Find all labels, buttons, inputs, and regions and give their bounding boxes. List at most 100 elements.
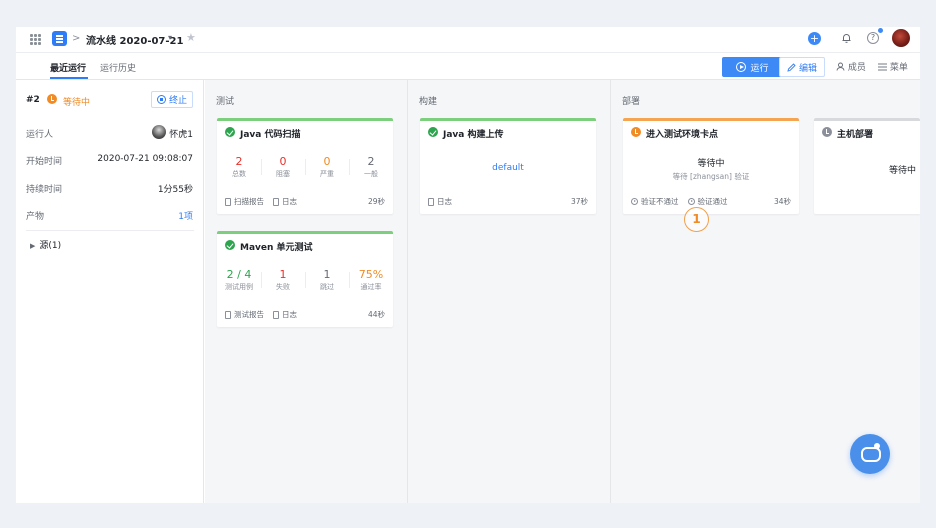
reject-button[interactable]: 验证不通过 xyxy=(631,196,679,207)
duration-label: 持续时间 xyxy=(26,185,63,195)
approve-button[interactable]: 验证通过 xyxy=(687,196,728,207)
job-status-bar xyxy=(217,118,393,121)
bell-icon[interactable] xyxy=(842,33,851,43)
play-icon xyxy=(631,198,638,205)
start-time-label: 开始时间 xyxy=(26,157,63,167)
add-button[interactable]: + xyxy=(808,32,821,45)
artifacts-link[interactable]: 1项 xyxy=(178,209,193,222)
chevron-down-icon[interactable]: ▾ xyxy=(168,33,172,42)
gate-waiting-for: 等待 [zhangsan] 验证 xyxy=(672,172,750,181)
job-footer: 扫描报告 日志 xyxy=(225,196,297,207)
check-icon xyxy=(428,127,438,137)
members-button[interactable]: 成员 xyxy=(836,60,866,73)
gate-state: 等待中 xyxy=(697,159,725,169)
job-status-bar xyxy=(217,231,393,234)
job-card-java-build[interactable]: Java 构建上传 default 日志 37秒 xyxy=(420,118,596,214)
job-state: 等待中 xyxy=(889,166,917,176)
metric-cases: 2 / 4 测试用例 xyxy=(217,268,261,292)
runner-label: 运行人 xyxy=(26,130,54,140)
stage-test: 测试 Java 代码扫描 2 总数 0 阻塞 0 严重 2 一般 扫描报告 日志… xyxy=(205,80,408,503)
active-tab-indicator xyxy=(50,77,88,79)
job-status-bar xyxy=(814,118,920,121)
metric-label: 跳过 xyxy=(320,283,334,291)
stage-title: 测试 xyxy=(216,97,235,107)
report-icon xyxy=(225,310,231,319)
runner-avatar xyxy=(152,125,166,139)
apps-grid-icon[interactable] xyxy=(30,34,41,45)
log-link[interactable]: 日志 xyxy=(273,309,297,320)
metric-value: 1 xyxy=(279,268,287,281)
help-icon[interactable]: ? xyxy=(867,32,879,44)
chat-bubble-icon[interactable] xyxy=(850,434,890,474)
stage-title: 构建 xyxy=(419,97,438,107)
metric-label: 测试用例 xyxy=(225,283,253,291)
pipeline-stages: 测试 Java 代码扫描 2 总数 0 阻塞 0 严重 2 一般 扫描报告 日志… xyxy=(205,80,920,503)
scan-report-label: 扫描报告 xyxy=(234,197,264,206)
metric-value: 75% xyxy=(358,268,384,281)
metric-label: 阻塞 xyxy=(276,170,290,178)
metric-skipped: 1 跳过 xyxy=(305,268,349,292)
metric-total: 2 总数 xyxy=(217,155,261,179)
log-icon xyxy=(273,310,279,319)
check-icon xyxy=(225,240,235,250)
stop-button-label: 终止 xyxy=(168,96,187,106)
duration-value: 1分55秒 xyxy=(157,185,193,195)
job-footer: 测试报告 日志 xyxy=(225,309,297,320)
job-card-test-gate[interactable]: 进入测试环境卡点 等待中 等待 [zhangsan] 验证 验证不通过 验证通过… xyxy=(623,118,799,214)
metric-blocker: 0 阻塞 xyxy=(261,155,305,179)
job-card-host-deploy[interactable]: 主机部署 等待中 xyxy=(814,118,920,214)
edit-button[interactable]: 编辑 xyxy=(779,57,825,77)
stop-button[interactable]: 终止 xyxy=(151,91,193,108)
play-icon xyxy=(687,198,695,205)
log-label: 日志 xyxy=(282,310,297,319)
job-status-bar xyxy=(623,118,799,121)
job-status-bar xyxy=(420,118,596,121)
menu-label: 菜单 xyxy=(889,63,908,73)
scan-report-link[interactable]: 扫描报告 xyxy=(225,196,264,207)
metric-value: 0 xyxy=(279,155,287,168)
app-logo-icon[interactable] xyxy=(52,31,67,46)
clock-icon xyxy=(822,127,832,137)
clock-icon xyxy=(631,127,641,137)
edit-button-label: 编辑 xyxy=(798,63,817,74)
job-duration: 37秒 xyxy=(570,197,588,206)
stop-icon xyxy=(156,95,166,104)
job-card-java-scan[interactable]: Java 代码扫描 2 总数 0 阻塞 0 严重 2 一般 扫描报告 日志 29… xyxy=(217,118,393,214)
test-metrics: 2 / 4 测试用例 1 失败 1 跳过 75% 通过率 xyxy=(217,268,393,294)
run-button[interactable]: 运行 xyxy=(722,57,783,77)
stage-build: 构建 Java 构建上传 default 日志 37秒 xyxy=(408,80,611,503)
star-icon[interactable]: ★ xyxy=(186,31,196,44)
tab-recent-runs[interactable]: 最近运行 xyxy=(50,61,86,74)
tab-run-history[interactable]: 运行历史 xyxy=(100,61,136,74)
user-avatar[interactable] xyxy=(892,29,910,47)
log-label: 日志 xyxy=(282,197,297,206)
chevron-right-icon: ▶ xyxy=(30,242,36,250)
breadcrumb-separator: > xyxy=(72,33,81,44)
scan-metrics: 2 总数 0 阻塞 0 严重 2 一般 xyxy=(217,155,393,181)
tab-bar: 最近运行 运行历史 运行 编辑 成员 菜单 xyxy=(16,53,920,80)
clock-icon xyxy=(47,94,57,104)
approve-label: 验证通过 xyxy=(697,197,728,206)
metric-value: 0 xyxy=(323,155,331,168)
start-time-value: 2020-07-21 09:08:07 xyxy=(97,154,193,164)
check-icon xyxy=(225,127,235,137)
run-status: 等待中 xyxy=(63,98,91,108)
source-label: 源(1) xyxy=(39,241,62,251)
notification-dot xyxy=(878,28,883,33)
log-link[interactable]: 日志 xyxy=(273,196,297,207)
log-icon xyxy=(273,197,279,206)
artifacts-label: 产物 xyxy=(26,212,45,222)
test-report-label: 测试报告 xyxy=(234,310,264,319)
artifact-link[interactable]: default xyxy=(420,163,596,173)
job-card-maven-test[interactable]: Maven 单元测试 2 / 4 测试用例 1 失败 1 跳过 75% 通过率 … xyxy=(217,231,393,327)
menu-button[interactable]: 菜单 xyxy=(878,60,908,73)
log-link[interactable]: 日志 xyxy=(428,196,452,207)
source-toggle[interactable]: ▶ 源(1) xyxy=(30,238,61,251)
divider xyxy=(26,230,194,231)
job-footer: 验证不通过 验证通过 xyxy=(631,196,728,207)
test-report-link[interactable]: 测试报告 xyxy=(225,309,264,320)
top-bar: > 流水线 2020-07-21 ▾ ★ + ? xyxy=(16,27,920,53)
stage-title: 部署 xyxy=(622,97,641,107)
runner-value: 怀虎1 xyxy=(169,130,193,140)
metric-failed: 1 失败 xyxy=(261,268,305,292)
